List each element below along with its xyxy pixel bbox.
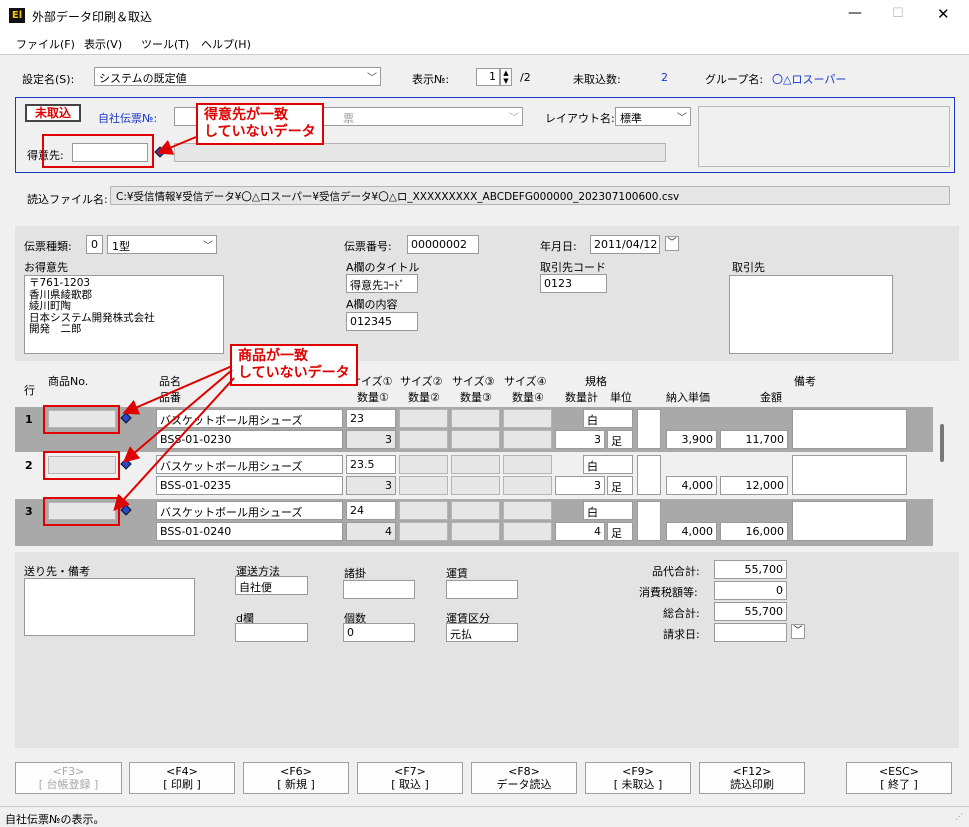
- arrow-to-row-2: [122, 369, 233, 463]
- arrow-to-row-3: [113, 377, 235, 511]
- arrow-to-customer: [156, 136, 197, 155]
- arrow-to-row-1: [122, 365, 233, 415]
- annotation-arrows: [113, 136, 235, 511]
